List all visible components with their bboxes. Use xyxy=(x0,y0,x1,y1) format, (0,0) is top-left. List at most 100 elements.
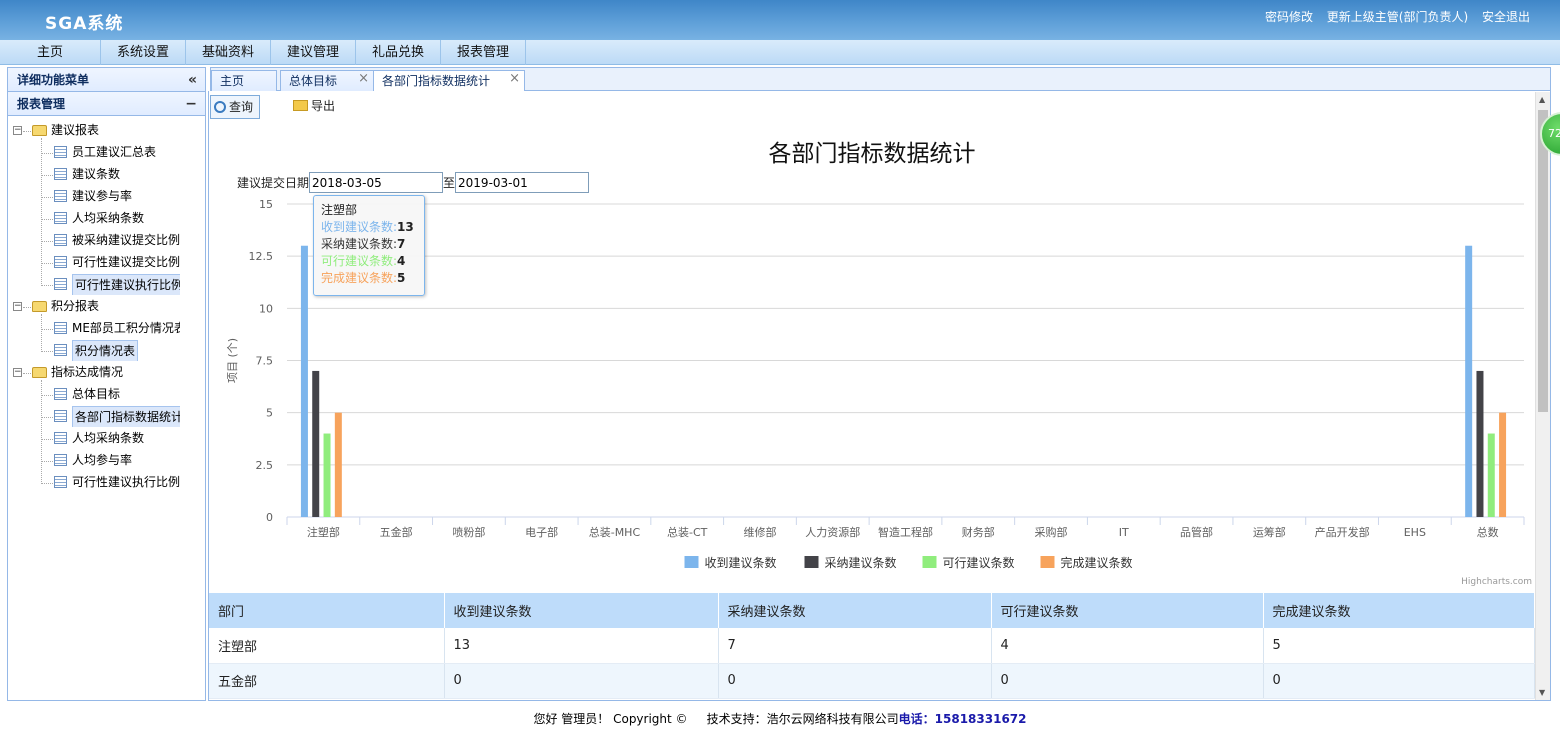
x-tick-label: 采购部 xyxy=(1035,525,1068,539)
tab-home[interactable]: 主页 xyxy=(211,70,277,91)
x-tick-label: 喷粉部 xyxy=(452,525,485,539)
sidebar-section-header[interactable]: 报表管理 − xyxy=(8,92,205,116)
report-table-icon xyxy=(54,410,67,422)
header-links: 密码修改 更新上级主管(部门负责人) 安全退出 xyxy=(1255,8,1530,25)
tooltip-row: 收到建议条数:13 xyxy=(321,219,417,236)
nav-gift-exchange[interactable]: 礼品兑换 xyxy=(356,40,441,65)
tree-item[interactable]: 人均参与率 xyxy=(54,450,180,471)
close-icon[interactable]: × xyxy=(358,69,369,89)
tree-folder-0[interactable]: 建议报表 xyxy=(32,120,99,141)
x-tick-label: 维修部 xyxy=(743,525,776,539)
change-password-link[interactable]: 密码修改 xyxy=(1265,10,1313,24)
y-tick-label: 12.5 xyxy=(249,250,274,263)
tree-connector xyxy=(41,439,53,440)
nav-home[interactable]: 主页 xyxy=(0,40,101,65)
table-cell: 13 xyxy=(444,628,719,664)
report-table-icon xyxy=(54,212,67,224)
sidebar-header: 详细功能菜单 « xyxy=(8,68,205,92)
report-table-icon xyxy=(54,344,67,356)
x-tick-label: 品管部 xyxy=(1180,525,1213,539)
tree-connector xyxy=(41,483,53,484)
table-cell: 4 xyxy=(991,628,1264,664)
tree-folder-2[interactable]: 指标达成情况 xyxy=(32,362,123,383)
tree-item[interactable]: 人均采纳条数 xyxy=(54,208,180,229)
tree-connector xyxy=(41,138,42,286)
export-button[interactable]: 导出 xyxy=(293,95,343,119)
tree-item[interactable]: 建议条数 xyxy=(54,164,180,185)
report-table-icon xyxy=(54,256,67,268)
tree-toggle-icon[interactable]: − xyxy=(13,126,22,135)
tree-item[interactable]: 可行性建议执行比例 xyxy=(54,472,180,493)
chart-bar xyxy=(1465,245,1473,517)
collapse-section-icon[interactable]: − xyxy=(185,92,197,116)
tree-item-label: 建议参与率 xyxy=(72,189,133,203)
column-header: 采纳建议条数 xyxy=(718,593,992,628)
chart-bar xyxy=(1499,412,1507,517)
tree-item[interactable]: 总体目标 xyxy=(54,384,180,405)
tooltip-value: 4 xyxy=(397,254,406,268)
date-to-input[interactable] xyxy=(455,172,590,193)
tooltip-label: 收到建议条数: xyxy=(321,220,398,234)
report-table-icon xyxy=(54,278,67,290)
tab-overall-target[interactable]: 总体目标 × xyxy=(280,70,374,91)
scroll-thumb[interactable] xyxy=(1538,110,1548,412)
tree-item-label: 可行性建议执行比例 xyxy=(72,274,180,295)
tree-connector xyxy=(23,373,31,374)
export-folder-icon xyxy=(293,100,308,111)
tree-connector xyxy=(41,314,42,352)
tree-item[interactable]: 可行性建议执行比例 xyxy=(54,274,180,295)
scroll-up-icon[interactable]: ▲ xyxy=(1539,95,1545,104)
nav-suggestion-mgmt[interactable]: 建议管理 xyxy=(271,40,356,65)
nav-system-settings[interactable]: 系统设置 xyxy=(101,40,186,65)
tree-item[interactable]: ME部员工积分情况表 xyxy=(54,318,180,339)
x-tick-label: 人力资源部 xyxy=(805,525,860,539)
tree-connector xyxy=(41,197,53,198)
legend-swatch xyxy=(804,556,819,568)
nav-report-mgmt[interactable]: 报表管理 xyxy=(441,40,526,65)
tree-item[interactable]: 员工建议汇总表 xyxy=(54,142,180,163)
table-row[interactable]: 注塑部 13 7 4 5 xyxy=(209,628,1535,664)
report-table-icon xyxy=(54,190,67,202)
close-icon[interactable]: × xyxy=(509,69,520,89)
tab-bar: 主页 总体目标 × 各部门指标数据统计 × xyxy=(210,67,1551,92)
chart-bar xyxy=(312,370,320,517)
report-table-icon xyxy=(54,234,67,246)
tree-item[interactable]: 积分情况表 xyxy=(54,340,180,361)
search-icon xyxy=(214,100,226,113)
nav-basic-data[interactable]: 基础资料 xyxy=(186,40,271,65)
update-supervisor-link[interactable]: 更新上级主管(部门负责人) xyxy=(1327,10,1468,24)
date-from-input[interactable] xyxy=(309,172,444,193)
tooltip-row: 采纳建议条数:7 xyxy=(321,236,417,253)
tree-toggle-icon[interactable]: − xyxy=(13,302,22,311)
folder-icon xyxy=(32,125,47,136)
footer-support: 技术支持：浩尔云网络科技有限公司 xyxy=(706,712,899,726)
y-tick-label: 0 xyxy=(266,511,273,524)
y-tick-label: 2.5 xyxy=(256,459,274,472)
tree-item-label: 可行性建议执行比例 xyxy=(72,475,180,489)
tree-toggle-icon[interactable]: − xyxy=(13,368,22,377)
x-tick-label: IT xyxy=(1119,526,1129,539)
chart-credit[interactable]: Highcharts.com xyxy=(1461,577,1532,587)
tree-item-label: 被采纳建议提交比例 xyxy=(72,233,180,247)
query-button[interactable]: 查询 xyxy=(210,95,260,119)
tree-folder-label: 建议报表 xyxy=(51,123,100,137)
tree-item[interactable]: 可行性建议提交比例 xyxy=(54,252,180,273)
table-row[interactable]: 五金部 0 0 0 0 xyxy=(209,663,1535,699)
tooltip-value: 5 xyxy=(397,271,406,285)
tree-connector xyxy=(41,351,53,352)
tab-dept-stats[interactable]: 各部门指标数据统计 × xyxy=(373,70,525,92)
table-cell: 0 xyxy=(718,663,992,699)
x-tick-label: 财务部 xyxy=(962,525,995,539)
tooltip-value: 7 xyxy=(397,237,406,251)
tree-connector xyxy=(41,241,53,242)
scroll-down-icon[interactable]: ▼ xyxy=(1539,688,1545,697)
tab-home-label: 主页 xyxy=(220,74,245,88)
tree-item[interactable]: 建议参与率 xyxy=(54,186,180,207)
main-scrollbar[interactable]: ▲ ▼ xyxy=(1535,92,1550,700)
tree-item[interactable]: 被采纳建议提交比例 xyxy=(54,230,180,251)
tree-item[interactable]: 各部门指标数据统计 xyxy=(54,406,180,427)
tree-folder-1[interactable]: 积分报表 xyxy=(32,296,99,317)
tree-item[interactable]: 人均采纳条数 xyxy=(54,428,180,449)
collapse-sidebar-icon[interactable]: « xyxy=(188,68,197,92)
logout-link[interactable]: 安全退出 xyxy=(1482,10,1530,24)
